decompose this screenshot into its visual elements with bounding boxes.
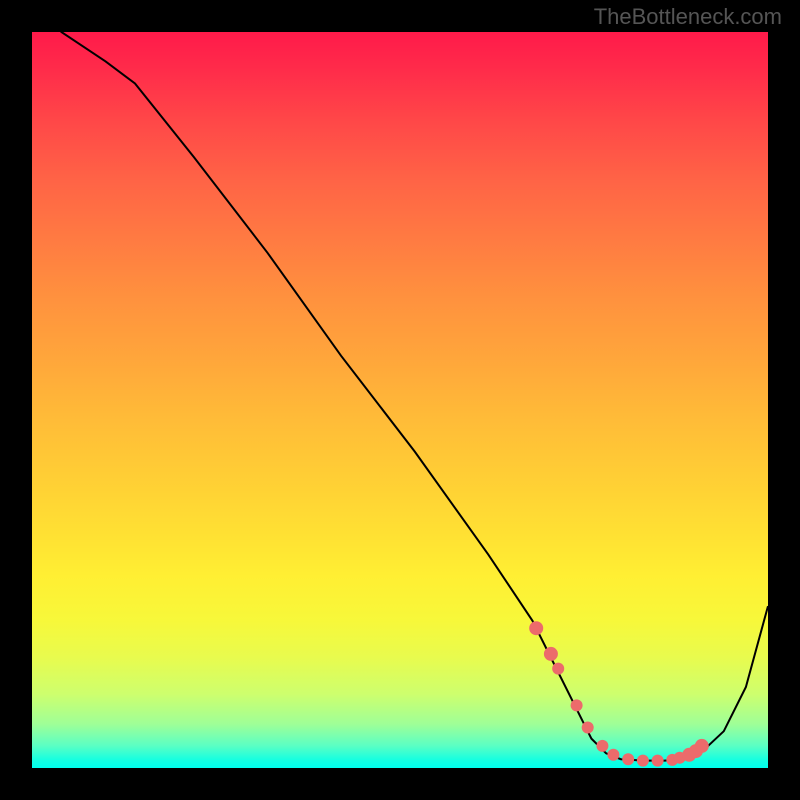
hotspot-point xyxy=(607,749,619,761)
hotspot-point xyxy=(622,753,634,765)
hotspot-points xyxy=(529,621,709,766)
curve-line xyxy=(32,32,768,761)
watermark-text: TheBottleneck.com xyxy=(594,4,782,30)
plot-area xyxy=(32,32,768,768)
main-curve xyxy=(32,32,768,761)
hotspot-point xyxy=(695,739,709,753)
hotspot-point xyxy=(582,722,594,734)
hotspot-point xyxy=(529,621,543,635)
hotspot-point xyxy=(637,755,649,767)
hotspot-point xyxy=(552,663,564,675)
chart-svg xyxy=(32,32,768,768)
hotspot-point xyxy=(596,740,608,752)
hotspot-point xyxy=(652,755,664,767)
chart-container: TheBottleneck.com xyxy=(0,0,800,800)
hotspot-point xyxy=(544,647,558,661)
hotspot-point xyxy=(571,699,583,711)
